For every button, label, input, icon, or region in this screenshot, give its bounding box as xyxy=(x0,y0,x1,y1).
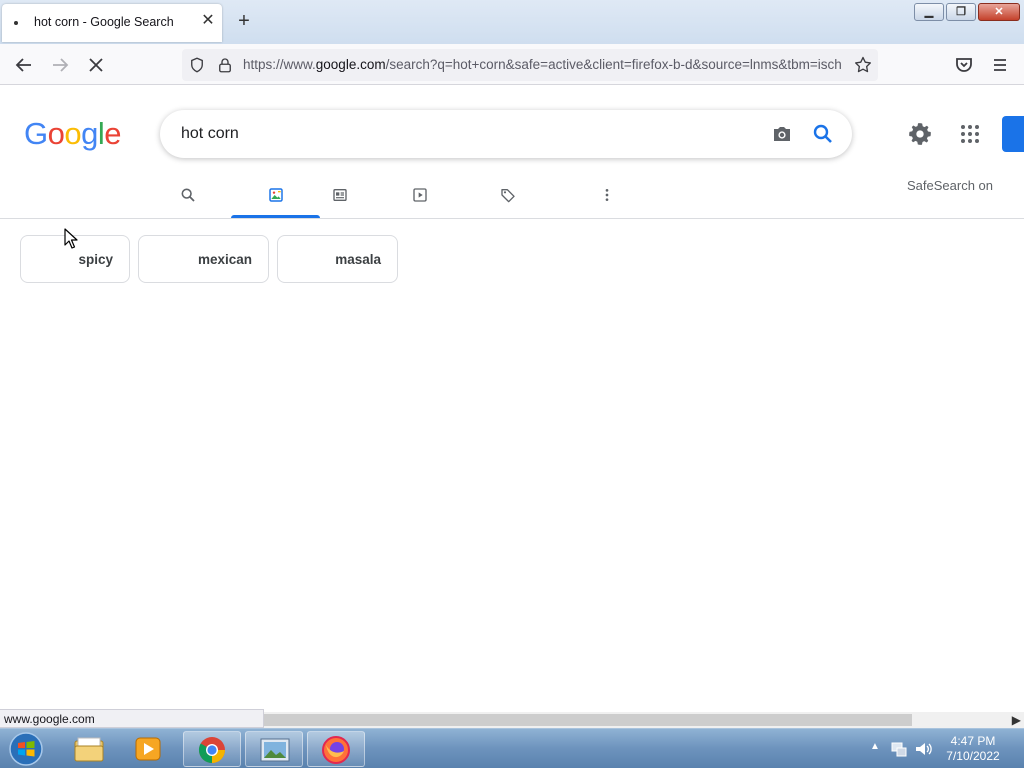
logo-letter: o xyxy=(64,116,82,151)
chip-mexican[interactable]: mexican xyxy=(138,235,269,283)
search-input[interactable]: hot corn xyxy=(181,125,239,143)
more-vert-icon xyxy=(605,189,609,201)
forward-icon[interactable] xyxy=(48,53,72,77)
new-tab-button[interactable]: + xyxy=(233,10,255,32)
minimize-icon: ▁ xyxy=(924,6,934,18)
search-submit-icon[interactable] xyxy=(811,122,835,146)
show-hidden-icons-icon[interactable]: ▲ xyxy=(870,741,880,752)
window-controls: ▁ ❐ ✕ xyxy=(914,3,1020,21)
taskbar-firefox[interactable] xyxy=(307,731,365,767)
tab-title: hot corn - Google Search xyxy=(34,15,174,29)
url-prefix: https://www. xyxy=(243,57,316,72)
news-icon xyxy=(333,189,347,201)
header-divider xyxy=(0,218,1024,219)
stop-loading-icon[interactable] xyxy=(84,53,108,77)
network-icon[interactable] xyxy=(890,740,908,758)
video-icon xyxy=(413,188,427,202)
chrome-icon xyxy=(198,737,225,764)
camera-icon[interactable] xyxy=(770,122,794,146)
firefox-icon xyxy=(322,736,350,764)
scrollbar-thumb[interactable] xyxy=(264,714,912,726)
start-button-icon[interactable] xyxy=(6,731,46,767)
system-tray: ▲ xyxy=(866,739,936,759)
search-box[interactable]: hot corn xyxy=(160,110,852,158)
settings-gear-icon[interactable] xyxy=(907,121,933,147)
url-host: google.com xyxy=(315,57,386,72)
restore-icon: ❐ xyxy=(956,6,966,18)
google-logo[interactable]: Google xyxy=(24,116,122,152)
logo-letter: G xyxy=(24,116,48,151)
clock-time: 4:47 PM xyxy=(950,734,996,748)
windows-taskbar: ▲ 4:47 PM 7/10/2022 xyxy=(0,728,1024,768)
browser-tab-active[interactable]: hot corn - Google Search ✕ xyxy=(2,4,222,42)
status-bar-url: www.google.com xyxy=(0,709,264,728)
windows-explorer-icon xyxy=(74,737,104,762)
screen: hot corn - Google Search ✕ + ▁ ❐ ✕ https… xyxy=(0,0,1024,768)
bookmark-star-icon[interactable] xyxy=(853,55,873,75)
tab-news[interactable] xyxy=(300,178,380,218)
search-icon xyxy=(181,188,195,202)
restore-button[interactable]: ❐ xyxy=(946,3,976,21)
tab-shopping[interactable] xyxy=(468,178,548,218)
horizontal-scrollbar[interactable]: ▶ xyxy=(264,712,1024,728)
lock-icon[interactable] xyxy=(216,56,234,74)
taskbar-chrome[interactable] xyxy=(183,731,241,767)
shield-icon[interactable] xyxy=(188,56,206,74)
google-apps-icon[interactable] xyxy=(958,122,982,146)
tab-all[interactable] xyxy=(148,178,228,218)
image-icon xyxy=(268,188,283,202)
close-window-button[interactable]: ✕ xyxy=(978,3,1020,21)
url-rest: /search?q=hot+corn&safe=active&client=fi… xyxy=(385,57,842,72)
mouse-cursor-icon xyxy=(64,228,78,249)
volume-icon[interactable] xyxy=(914,740,932,758)
taskbar-explorer[interactable] xyxy=(60,731,118,767)
tag-icon xyxy=(501,189,515,203)
taskbar-media-player[interactable] xyxy=(120,731,178,767)
address-bar[interactable]: https://www.google.com/search?q=hot+corn… xyxy=(182,49,878,81)
tab-videos[interactable] xyxy=(380,178,460,218)
chip-masala[interactable]: masala xyxy=(277,235,398,283)
taskbar-photo-viewer[interactable] xyxy=(245,731,303,767)
close-icon: ✕ xyxy=(994,6,1004,18)
chip-label: masala xyxy=(335,252,381,267)
safesearch-label[interactable]: SafeSearch on xyxy=(907,178,993,193)
logo-letter: o xyxy=(47,116,65,151)
url-text: https://www.google.com/search?q=hot+corn… xyxy=(243,57,849,72)
media-player-icon xyxy=(135,737,161,761)
logo-letter: e xyxy=(104,116,122,151)
navigation-toolbar: https://www.google.com/search?q=hot+corn… xyxy=(0,44,1024,85)
chip-label: spicy xyxy=(78,252,113,267)
photo-viewer-icon xyxy=(260,738,290,762)
logo-letter: g xyxy=(81,116,98,151)
taskbar-clock[interactable]: 4:47 PM 7/10/2022 xyxy=(938,734,1008,764)
chip-label: mexican xyxy=(197,252,252,267)
back-icon[interactable] xyxy=(12,53,36,77)
scroll-right-icon[interactable]: ▶ xyxy=(1012,713,1021,727)
sign-in-button[interactable] xyxy=(1002,116,1024,152)
minimize-button[interactable]: ▁ xyxy=(914,3,944,21)
pocket-icon[interactable] xyxy=(952,53,976,77)
browser-tab-strip: hot corn - Google Search ✕ + ▁ ❐ ✕ xyxy=(0,0,1024,44)
close-tab-icon[interactable]: ✕ xyxy=(198,11,218,31)
tab-more[interactable] xyxy=(567,178,647,218)
menu-icon[interactable] xyxy=(988,53,1012,77)
clock-date: 7/10/2022 xyxy=(946,749,1000,763)
loading-dot-icon xyxy=(14,21,18,25)
